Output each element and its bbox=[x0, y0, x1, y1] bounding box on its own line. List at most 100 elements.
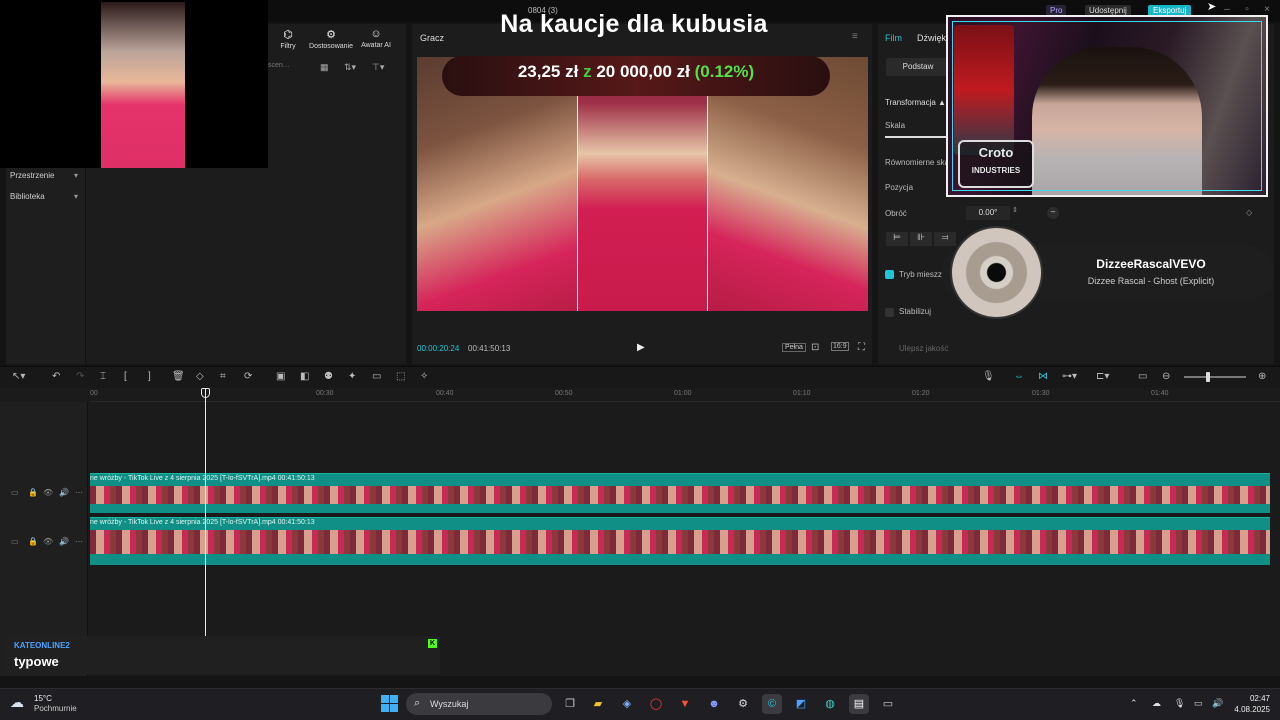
album-disc bbox=[950, 226, 1043, 319]
zoom-slider[interactable] bbox=[1184, 376, 1246, 378]
auto-reframe-icon[interactable]: ✧ bbox=[420, 371, 428, 382]
stabilize-checkbox[interactable] bbox=[885, 308, 894, 317]
redo-icon[interactable]: ↷ bbox=[76, 371, 84, 382]
trim-left-icon[interactable]: [ bbox=[124, 371, 127, 382]
lock-icon[interactable]: 🔒 bbox=[28, 488, 38, 497]
photos-icon[interactable]: ◩ bbox=[791, 694, 811, 714]
copilot-icon[interactable]: ◈ bbox=[617, 694, 637, 714]
video-clip[interactable]: ne wróżby - TikTok Live z 4 sierpnia 202… bbox=[90, 517, 1270, 565]
scale-slider[interactable] bbox=[885, 136, 955, 138]
mirror-icon[interactable]: ◧ bbox=[300, 371, 309, 382]
chevron-up-icon[interactable]: ⌃ bbox=[1130, 698, 1138, 709]
export-frame-icon[interactable]: ⬚ bbox=[396, 371, 405, 382]
lock-icon[interactable]: 🔒 bbox=[28, 537, 38, 546]
align-right-icon[interactable]: ⫤ bbox=[934, 232, 956, 246]
caption-track-icon[interactable]: ▭ bbox=[1138, 371, 1147, 382]
speed-icon[interactable]: ⟳ bbox=[244, 371, 252, 382]
enhance-quality-label: Ulepsz jakość bbox=[899, 344, 949, 353]
split-icon[interactable]: ⌶ bbox=[100, 371, 106, 382]
magic-icon[interactable]: ✦ bbox=[348, 371, 356, 382]
crop-icon[interactable]: ⌗ bbox=[220, 371, 226, 382]
transform-section[interactable]: Transformacja ▲ bbox=[885, 98, 946, 107]
cloud-sync-icon[interactable]: ☁ bbox=[1152, 698, 1161, 709]
rotation-reset-icon[interactable]: – bbox=[1047, 207, 1059, 219]
browser-icon[interactable]: ◍ bbox=[820, 694, 840, 714]
speaker-icon[interactable]: 🔊 bbox=[59, 537, 69, 546]
keyframe-icon[interactable]: ◇ bbox=[1246, 208, 1252, 217]
video-clip[interactable]: ne wróżby - TikTok Live z 4 sierpnia 202… bbox=[90, 473, 1270, 513]
trim-right-icon[interactable]: ] bbox=[148, 371, 151, 382]
sidebar-item-spaces[interactable]: Przestrzenie ▾ bbox=[10, 171, 82, 185]
blend-mode-checkbox[interactable] bbox=[885, 270, 894, 279]
capcut-icon[interactable]: © bbox=[762, 694, 782, 714]
weather-description[interactable]: Pochmurnie bbox=[34, 704, 77, 713]
microphone-icon[interactable]: 🎙 bbox=[1174, 698, 1185, 709]
playhead[interactable] bbox=[205, 388, 206, 672]
task-view-icon[interactable]: ❐ bbox=[560, 694, 580, 714]
windows-start-icon[interactable] bbox=[381, 695, 398, 712]
linkage-icon[interactable]: ⊶▾ bbox=[1062, 371, 1077, 382]
playhead-handle[interactable] bbox=[201, 388, 210, 398]
cutout-icon[interactable]: ⚉ bbox=[324, 371, 333, 382]
rotation-label: Obróć bbox=[885, 209, 907, 218]
volume-icon[interactable]: 🔊 bbox=[1212, 698, 1223, 709]
aspect-ratio-icon[interactable]: 16:9 bbox=[831, 342, 849, 351]
play-button[interactable]: ▶ bbox=[637, 342, 649, 354]
taskbar-search-label: Wyszukaj bbox=[430, 699, 469, 709]
opera-icon[interactable]: ◯ bbox=[646, 694, 666, 714]
zoom-in-icon[interactable]: ⊕ bbox=[1258, 371, 1266, 382]
file-explorer-icon[interactable]: ▰ bbox=[588, 694, 608, 714]
grid-view-icon[interactable]: ▦ bbox=[320, 62, 329, 73]
more-icon[interactable]: ⋯ bbox=[75, 488, 83, 497]
screenshot-icon[interactable]: ⊡ bbox=[811, 342, 819, 353]
microphone-icon[interactable]: 🎙 bbox=[982, 371, 995, 382]
obs-icon[interactable]: ▤ bbox=[849, 694, 869, 714]
taskbar-search[interactable] bbox=[406, 693, 552, 715]
undo-icon[interactable]: ↶ bbox=[52, 371, 60, 382]
shield-icon[interactable]: ◇ bbox=[196, 371, 204, 382]
ruler-tick: 00:40 bbox=[436, 390, 454, 397]
clock-time[interactable]: 02:47 bbox=[1234, 694, 1270, 703]
cloud-icon[interactable]: ☁ bbox=[10, 694, 30, 710]
timeline-toolbar bbox=[0, 366, 1280, 388]
quality-full-button[interactable]: Pełna bbox=[782, 343, 806, 352]
more-icon[interactable]: ⋯ bbox=[75, 537, 83, 546]
track-cover-icon[interactable]: ▭ bbox=[11, 488, 19, 497]
rotation-input[interactable]: 0.00° bbox=[966, 206, 1010, 220]
steam-icon[interactable]: ⚙ bbox=[733, 694, 753, 714]
select-tool-icon[interactable]: ↖▾ bbox=[12, 371, 25, 382]
search-input[interactable]: scen… bbox=[268, 62, 306, 74]
terminal-icon[interactable]: ▭ bbox=[878, 694, 898, 714]
brave-icon[interactable]: ▼ bbox=[675, 694, 695, 714]
sidebar-item-library[interactable]: Biblioteka ▾ bbox=[10, 192, 82, 206]
weather-temperature[interactable]: 15°C bbox=[34, 694, 52, 703]
delete-icon[interactable]: 🗑 bbox=[172, 371, 185, 382]
speaker-icon[interactable]: 🔊 bbox=[59, 488, 69, 497]
align-center-icon[interactable]: ⊪ bbox=[910, 232, 932, 246]
clock-date[interactable]: 4.08.2025 bbox=[1226, 705, 1270, 714]
freeze-icon[interactable]: ▣ bbox=[276, 371, 285, 382]
ruler-tick: 00:50 bbox=[555, 390, 573, 397]
magnet-icon[interactable]: ⋈ bbox=[1038, 371, 1048, 382]
filter-menu-icon[interactable]: ⊤▾ bbox=[372, 62, 384, 73]
blend-mode-label: Tryb mieszz bbox=[899, 270, 942, 279]
fullscreen-icon[interactable]: ⛶ bbox=[858, 342, 865, 353]
caption-icon[interactable]: ▭ bbox=[372, 371, 381, 382]
zoom-out-icon[interactable]: ⊖ bbox=[1162, 371, 1170, 382]
preview-axis-icon[interactable]: ⊏▾ bbox=[1096, 371, 1109, 382]
sort-icon[interactable]: ⇅▾ bbox=[344, 62, 356, 73]
tab-audio[interactable]: Dźwięk bbox=[917, 33, 946, 43]
track-cover-icon[interactable]: ▭ bbox=[11, 537, 19, 546]
search-icon: ⌕ bbox=[414, 697, 421, 709]
clip-thumbnails bbox=[90, 486, 1270, 504]
tab-video[interactable]: Film bbox=[885, 33, 902, 43]
display-icon[interactable]: ▭ bbox=[1194, 698, 1203, 709]
eye-icon[interactable]: 👁 bbox=[43, 537, 53, 546]
zoom-slider-handle[interactable] bbox=[1206, 372, 1210, 382]
discord-icon[interactable]: ☻ bbox=[704, 694, 724, 714]
eye-icon[interactable]: 👁 bbox=[43, 488, 53, 497]
rotation-stepper-icon[interactable]: ⇕ bbox=[1012, 206, 1021, 220]
link-tracks-icon[interactable]: ⇔ bbox=[1014, 371, 1024, 382]
tab-basic[interactable]: Podstaw bbox=[886, 58, 950, 76]
align-left-icon[interactable]: ⊨ bbox=[886, 232, 908, 246]
